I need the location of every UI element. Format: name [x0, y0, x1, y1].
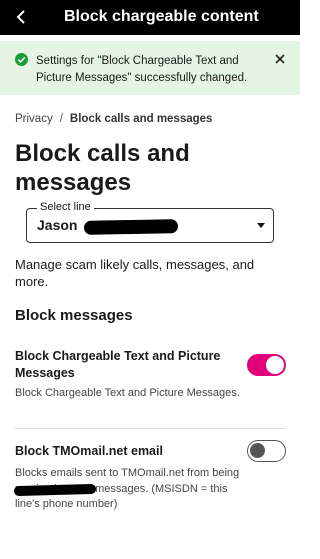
app-bar-title: Block chargeable content [64, 8, 259, 25]
setting-title-chargeable: Block Chargeable Text and Picture Messag… [15, 349, 221, 380]
page-title: Block calls and messages [15, 140, 190, 196]
toggle-block-tmomail[interactable] [247, 440, 286, 462]
select-line-value: Jason [37, 217, 78, 233]
app-bar: Block chargeable content [0, 0, 300, 35]
banner-message: Settings for "Block Chargeable Text and … [36, 55, 248, 84]
redaction-mark [83, 219, 179, 235]
toggle-knob [250, 443, 265, 458]
select-line-label: Select line [37, 201, 94, 213]
setting-description-chargeable: Block Chargeable Text and Picture Messag… [15, 387, 240, 399]
toggle-block-chargeable[interactable] [247, 354, 286, 376]
divider [15, 428, 285, 429]
close-icon [275, 54, 285, 64]
chevron-left-icon [16, 10, 25, 24]
page-description: Manage scam likely calls, messages, and … [15, 257, 255, 289]
success-banner: Settings for "Block Chargeable Text and … [0, 41, 300, 95]
select-line-dropdown[interactable]: Select line Jason [26, 201, 274, 243]
setting-title-tmomail: Block TMOmail.net email [15, 444, 163, 458]
dismiss-banner-button[interactable] [272, 51, 288, 67]
breadcrumb-link-privacy[interactable]: Privacy [15, 113, 53, 125]
breadcrumb: Privacy / Block calls and messages [15, 113, 212, 125]
toggle-knob [266, 356, 284, 374]
section-title: Block messages [15, 307, 133, 324]
breadcrumb-current: Block calls and messages [69, 113, 213, 125]
check-circle-icon [15, 53, 28, 66]
caret-down-icon [257, 223, 265, 228]
breadcrumb-separator: / [59, 113, 63, 125]
back-button[interactable] [10, 5, 32, 29]
